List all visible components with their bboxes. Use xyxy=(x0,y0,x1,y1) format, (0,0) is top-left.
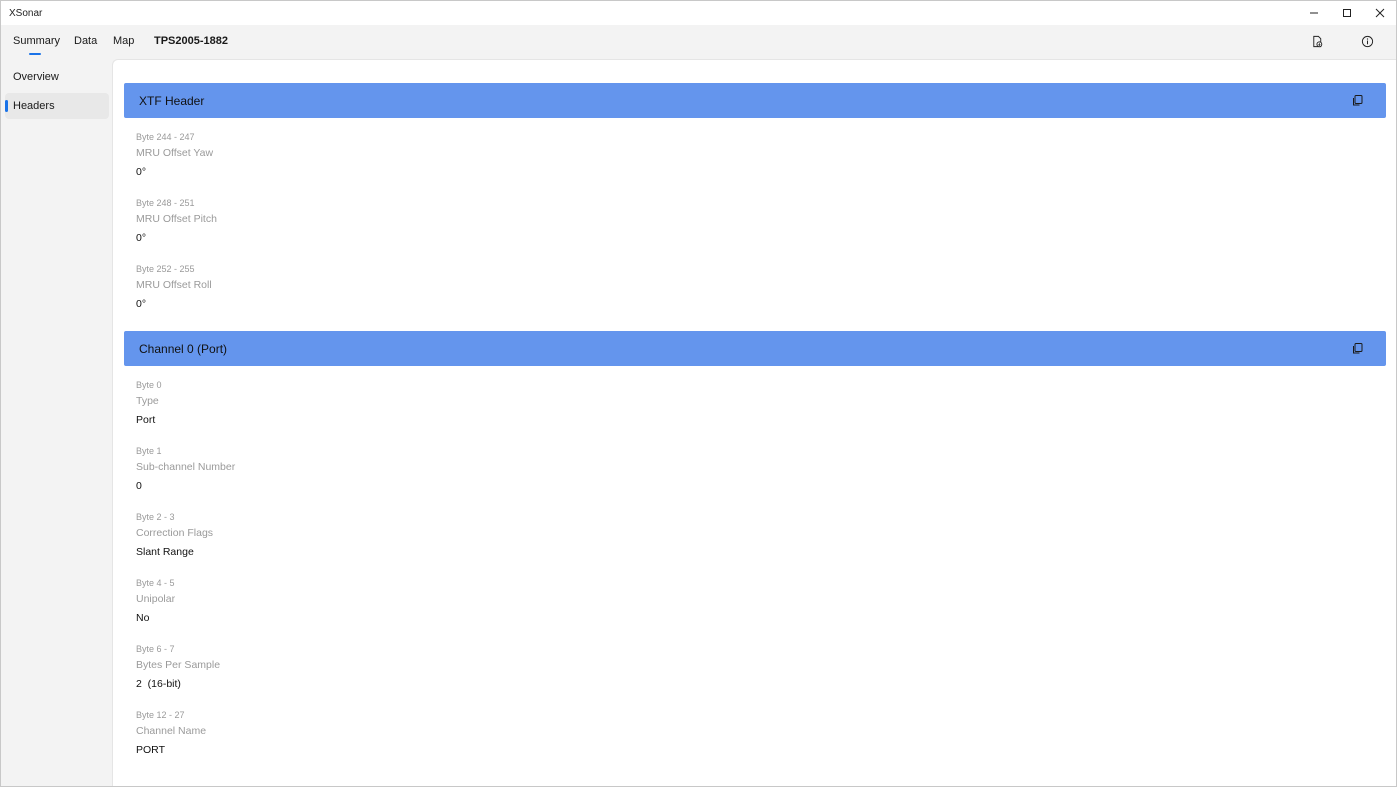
tab-data[interactable]: Data xyxy=(74,35,97,47)
tab-file[interactable]: TPS2005-1882 xyxy=(154,35,228,47)
top-nav: Summary Data Map TPS2005-1882 xyxy=(1,25,1396,59)
field-value: Slant Range xyxy=(136,546,194,558)
field-label: MRU Offset Yaw xyxy=(136,147,214,159)
sidebar: Overview Headers xyxy=(1,59,112,786)
field-value: Port xyxy=(136,414,156,426)
field-value: 0 xyxy=(136,480,142,492)
field-byte-range: Byte 12 - 27 xyxy=(136,710,185,720)
title-bar: XSonar xyxy=(1,1,1396,25)
field-byte-range: Byte 6 - 7 xyxy=(136,644,175,654)
active-item-indicator xyxy=(5,100,8,112)
copy-icon xyxy=(1353,343,1363,354)
field-value: 2 (16-bit) xyxy=(136,678,181,690)
active-tab-indicator xyxy=(29,53,41,55)
field-label: Type xyxy=(136,395,159,407)
window-controls xyxy=(1297,1,1396,25)
field-unipolar: Byte 4 - 5 Unipolar No xyxy=(136,577,175,625)
field-label: Bytes Per Sample xyxy=(136,659,221,671)
sidebar-item-label: Overview xyxy=(13,71,59,83)
section-title: XTF Header xyxy=(139,93,205,108)
export-file-button[interactable] xyxy=(1309,33,1325,49)
sidebar-item-headers[interactable]: Headers xyxy=(5,93,109,119)
tab-summary[interactable]: Summary xyxy=(13,35,60,47)
section-header-xtf: XTF Header xyxy=(124,83,1386,118)
tab-map[interactable]: Map xyxy=(113,35,134,47)
field-label: Correction Flags xyxy=(136,527,214,539)
section-header-channel-0: Channel 0 (Port) xyxy=(124,331,1386,366)
minimize-button[interactable] xyxy=(1297,1,1330,25)
headers-panel[interactable]: XTF Header Byte 244 - 247 MRU Offset Yaw… xyxy=(112,59,1396,786)
field-mru-offset-yaw: Byte 244 - 247 MRU Offset Yaw 0° xyxy=(136,131,213,179)
field-byte-range: Byte 252 - 255 xyxy=(136,264,195,274)
close-button[interactable] xyxy=(1363,1,1396,25)
sidebar-item-overview[interactable]: Overview xyxy=(5,64,109,90)
field-value: 0° xyxy=(136,232,147,244)
field-value: PORT xyxy=(136,744,165,756)
field-byte-range: Byte 0 xyxy=(136,380,162,390)
info-icon xyxy=(1361,35,1373,47)
field-value: No xyxy=(136,612,150,624)
field-byte-range: Byte 4 - 5 xyxy=(136,578,175,588)
field-byte-range: Byte 2 - 3 xyxy=(136,512,175,522)
field-sub-channel-number: Byte 1 Sub-channel Number 0 xyxy=(136,445,235,493)
field-label: Unipolar xyxy=(136,593,176,605)
maximize-icon xyxy=(1342,9,1351,17)
field-correction-flags: Byte 2 - 3 Correction Flags Slant Range xyxy=(136,511,213,559)
copy-icon xyxy=(1353,95,1363,106)
info-button[interactable] xyxy=(1359,33,1375,49)
copy-button[interactable] xyxy=(1351,342,1364,355)
copy-button[interactable] xyxy=(1351,94,1364,107)
field-type: Byte 0 Type Port xyxy=(136,379,162,427)
field-mru-offset-pitch: Byte 248 - 251 MRU Offset Pitch 0° xyxy=(136,197,217,245)
field-bytes-per-sample: Byte 6 - 7 Bytes Per Sample 2 (16-bit) xyxy=(136,643,220,691)
field-channel-name: Byte 12 - 27 Channel Name PORT xyxy=(136,709,206,757)
field-byte-range: Byte 1 xyxy=(136,446,162,456)
field-byte-range: Byte 248 - 251 xyxy=(136,198,195,208)
field-value: 0° xyxy=(136,166,147,178)
close-icon xyxy=(1375,8,1384,18)
export-file-icon xyxy=(1312,35,1322,47)
maximize-button[interactable] xyxy=(1330,1,1363,25)
section-title: Channel 0 (Port) xyxy=(139,341,228,356)
app-title: XSonar xyxy=(9,7,43,19)
minimize-icon xyxy=(1309,12,1318,14)
field-label: MRU Offset Roll xyxy=(136,279,212,291)
field-label: MRU Offset Pitch xyxy=(136,213,217,225)
field-byte-range: Byte 244 - 247 xyxy=(136,132,195,142)
sidebar-item-label: Headers xyxy=(13,100,55,112)
field-value: 0° xyxy=(136,298,147,310)
field-mru-offset-roll: Byte 252 - 255 MRU Offset Roll 0° xyxy=(136,263,212,311)
field-label: Channel Name xyxy=(136,725,207,737)
field-label: Sub-channel Number xyxy=(136,461,236,473)
